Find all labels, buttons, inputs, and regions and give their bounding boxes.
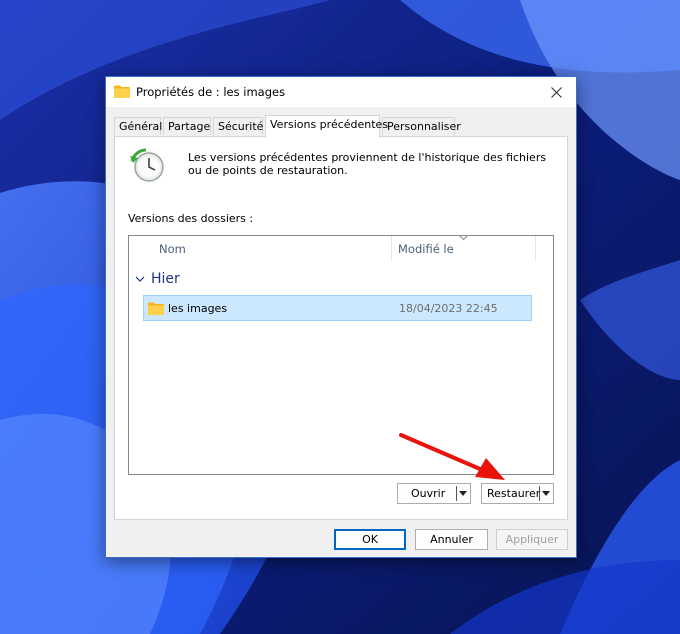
versions-label: Versions des dossiers :	[128, 212, 254, 225]
column-name[interactable]: Nom	[159, 242, 186, 256]
annotation-arrow-icon	[399, 433, 505, 480]
tab-previous-versions[interactable]: Versions précédentes	[265, 115, 388, 138]
item-modified: 18/04/2023 22:45	[399, 302, 498, 315]
properties-dialog: Propriétés de : les images Général Parta…	[105, 76, 577, 558]
column-modified[interactable]: Modifié le	[398, 242, 454, 256]
group-header[interactable]: Hier	[135, 270, 180, 288]
split-divider	[539, 486, 540, 501]
restore-button[interactable]: Restaurer	[481, 483, 554, 504]
clock-history-icon	[130, 148, 164, 182]
chevron-down-icon	[135, 276, 145, 282]
title-bar[interactable]: Propriétés de : les images	[106, 77, 576, 107]
column-divider[interactable]	[391, 236, 392, 260]
tab-sharing[interactable]: Partage	[163, 117, 211, 135]
split-divider	[456, 486, 457, 501]
tab-general[interactable]: Général	[114, 117, 162, 135]
list-header: Nom Modifié le	[129, 235, 553, 260]
folder-icon	[148, 302, 164, 315]
restore-button-label: Restaurer	[487, 487, 541, 500]
folder-icon	[114, 85, 130, 98]
sort-chevron-icon	[459, 235, 468, 241]
ok-button[interactable]: OK	[334, 529, 406, 550]
tab-customize[interactable]: Personnaliser	[382, 117, 461, 135]
tab-security[interactable]: Sécurité	[213, 117, 263, 135]
open-button[interactable]: Ouvrir	[397, 483, 471, 504]
item-name: les images	[168, 302, 228, 315]
close-icon	[550, 86, 562, 98]
dropdown-arrow-icon[interactable]	[459, 491, 467, 496]
panel-description: Les versions précédentes proviennent de …	[188, 151, 547, 177]
group-label: Hier	[151, 271, 180, 287]
column-divider[interactable]	[535, 236, 536, 260]
open-button-label: Ouvrir	[411, 487, 446, 500]
close-button[interactable]	[536, 77, 576, 107]
apply-button[interactable]: Appliquer	[496, 529, 568, 550]
dialog-title: Propriétés de : les images	[136, 85, 286, 99]
list-item[interactable]: les images 18/04/2023 22:45	[143, 295, 532, 321]
cancel-button[interactable]: Annuler	[415, 529, 488, 550]
dropdown-arrow-icon[interactable]	[542, 491, 550, 496]
